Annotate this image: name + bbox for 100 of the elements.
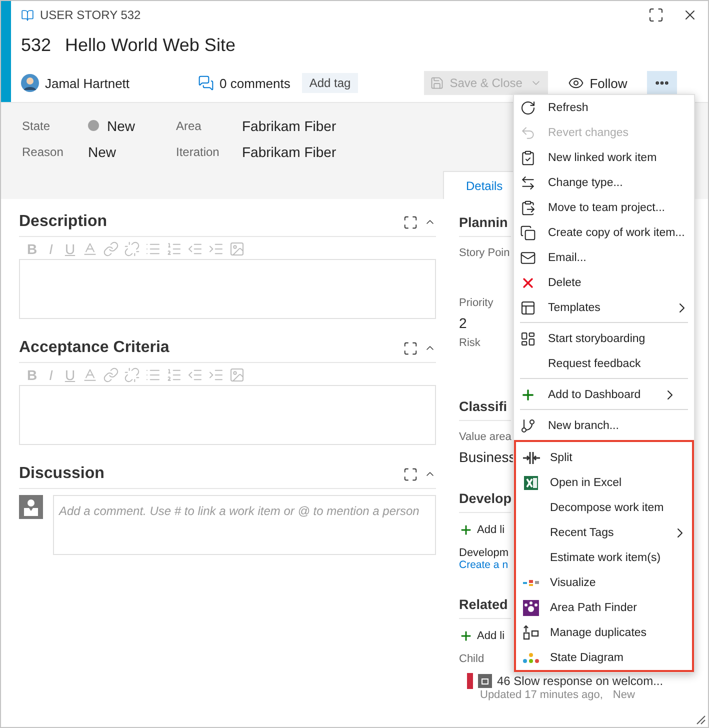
- menu-item[interactable]: Manage duplicates: [516, 620, 692, 645]
- menu-item[interactable]: Create copy of work item...: [514, 220, 694, 245]
- area-finder-icon: [522, 600, 540, 616]
- save-icon: [430, 76, 444, 90]
- link-icon: [103, 241, 119, 257]
- storyboard-icon: [520, 330, 536, 346]
- resize-grip-icon: [696, 715, 706, 725]
- duplicates-icon: [522, 624, 540, 640]
- section-title: Classifi: [459, 399, 511, 421]
- menu-item[interactable]: Add to Dashboard: [514, 382, 682, 407]
- section-title: Develop: [459, 491, 511, 513]
- field-value[interactable]: New: [88, 118, 176, 134]
- section-title: Plannin: [459, 215, 511, 237]
- field-label: Value area: [459, 431, 511, 443]
- link-group-label: Child: [459, 653, 486, 665]
- menu-item[interactable]: New branch...: [514, 413, 682, 438]
- menu-item[interactable]: Split: [516, 445, 692, 470]
- swap-icon: [520, 174, 536, 190]
- maximize-button[interactable]: [403, 214, 418, 230]
- mail-icon: [520, 250, 536, 266]
- undo-icon: [520, 124, 536, 140]
- indent-icon: [208, 367, 224, 383]
- section-title: Discussion: [19, 465, 106, 483]
- plus-icon: [459, 523, 473, 537]
- work-item-type: USER STORY 532: [40, 8, 141, 22]
- template-icon: [520, 300, 536, 316]
- work-item-title[interactable]: Hello World Web Site: [65, 35, 236, 56]
- branch-icon: [520, 418, 536, 434]
- maximize-button[interactable]: [403, 466, 418, 482]
- field-value[interactable]: Fabrikam Fiber: [242, 144, 442, 160]
- menu-item[interactable]: Delete: [514, 270, 694, 295]
- create-branch-link[interactable]: Create a n: [459, 559, 508, 571]
- numbered-list-icon: [166, 241, 182, 257]
- more-actions-button[interactable]: [647, 71, 678, 95]
- fullscreen-button[interactable]: [648, 7, 664, 23]
- fullscreen-icon: [648, 7, 664, 23]
- section-title: Related: [459, 597, 511, 619]
- section-title: Description: [19, 213, 108, 231]
- add-link-button[interactable]: Add li: [459, 523, 505, 537]
- plus-icon: [459, 629, 473, 643]
- field-value[interactable]: 2: [459, 315, 511, 331]
- field-label: Priority: [459, 297, 494, 309]
- spreadsheet-icon: [522, 474, 540, 490]
- comments-link[interactable]: 0 comments: [198, 75, 290, 91]
- unlink-icon: [124, 367, 140, 383]
- menu-item[interactable]: Decompose work item: [516, 495, 692, 520]
- development-text: Developm: [459, 547, 510, 559]
- font-style-icon: [82, 241, 98, 257]
- comments-icon: [198, 75, 214, 91]
- child-work-item-link[interactable]: 46 Slow response on welcom...: [497, 674, 664, 688]
- maximize-button[interactable]: [403, 340, 418, 356]
- avatar: [21, 74, 39, 92]
- refresh-icon: [520, 100, 536, 116]
- split-icon: [522, 450, 540, 466]
- add-link-button[interactable]: Add li: [459, 629, 505, 643]
- field-label: Iteration: [176, 144, 220, 159]
- menu-item[interactable]: Open in Excel: [516, 470, 692, 495]
- field-label: Risk: [459, 337, 482, 349]
- eye-icon: [568, 75, 584, 91]
- field-value[interactable]: Business: [459, 449, 511, 465]
- menu-item[interactable]: Start storyboarding: [514, 326, 682, 351]
- book-icon: [21, 8, 34, 22]
- field-label: State: [22, 118, 52, 133]
- updated-text: Updated 17 minutes ago,: [480, 689, 603, 701]
- menu-item[interactable]: Visualize: [516, 570, 692, 595]
- field-value[interactable]: New: [88, 144, 176, 160]
- clipboard-check-icon: [520, 150, 536, 166]
- unlink-icon: [124, 241, 140, 257]
- menu-item[interactable]: Estimate work item(s): [516, 545, 692, 570]
- plus-icon: [520, 386, 536, 402]
- field-label: Area: [176, 118, 202, 133]
- menu-item[interactable]: Refresh: [514, 95, 694, 120]
- outdent-icon: [187, 241, 203, 257]
- comment-field[interactable]: Add a comment. Use # to link a work item or @ to mention a person: [53, 495, 436, 555]
- menu-item[interactable]: Area Path Finder: [516, 595, 692, 620]
- menu-item[interactable]: New linked work item: [514, 145, 694, 170]
- field-value[interactable]: Fabrikam Fiber: [242, 118, 442, 134]
- link-icon: [103, 367, 119, 383]
- menu-item[interactable]: Templates: [514, 295, 694, 320]
- menu-item[interactable]: Recent Tags: [516, 520, 692, 545]
- copy-icon: [520, 224, 536, 240]
- menu-item[interactable]: State Diagram: [516, 645, 692, 670]
- outdent-icon: [187, 367, 203, 383]
- maximize-icon: [403, 466, 418, 482]
- work-item-type-icon: [478, 674, 492, 688]
- user-avatar-icon: [19, 495, 43, 519]
- add-tag-button[interactable]: Add tag: [302, 73, 358, 93]
- maximize-icon: [403, 214, 418, 230]
- clipboard-arrow-icon: [520, 200, 536, 216]
- maximize-icon: [403, 340, 418, 356]
- field-label: Story Poin: [459, 247, 511, 259]
- menu-item[interactable]: Email...: [514, 245, 694, 270]
- follow-button[interactable]: Follow: [568, 75, 628, 91]
- menu-item[interactable]: Request feedback: [514, 351, 682, 376]
- section-title: Acceptance Criteria: [19, 339, 170, 357]
- indent-icon: [208, 241, 224, 257]
- work-item-id: 532: [21, 35, 52, 56]
- image-icon: [229, 241, 245, 257]
- assignee-name[interactable]: Jamal Hartnett: [45, 76, 130, 90]
- numbered-list-icon: [166, 367, 182, 383]
